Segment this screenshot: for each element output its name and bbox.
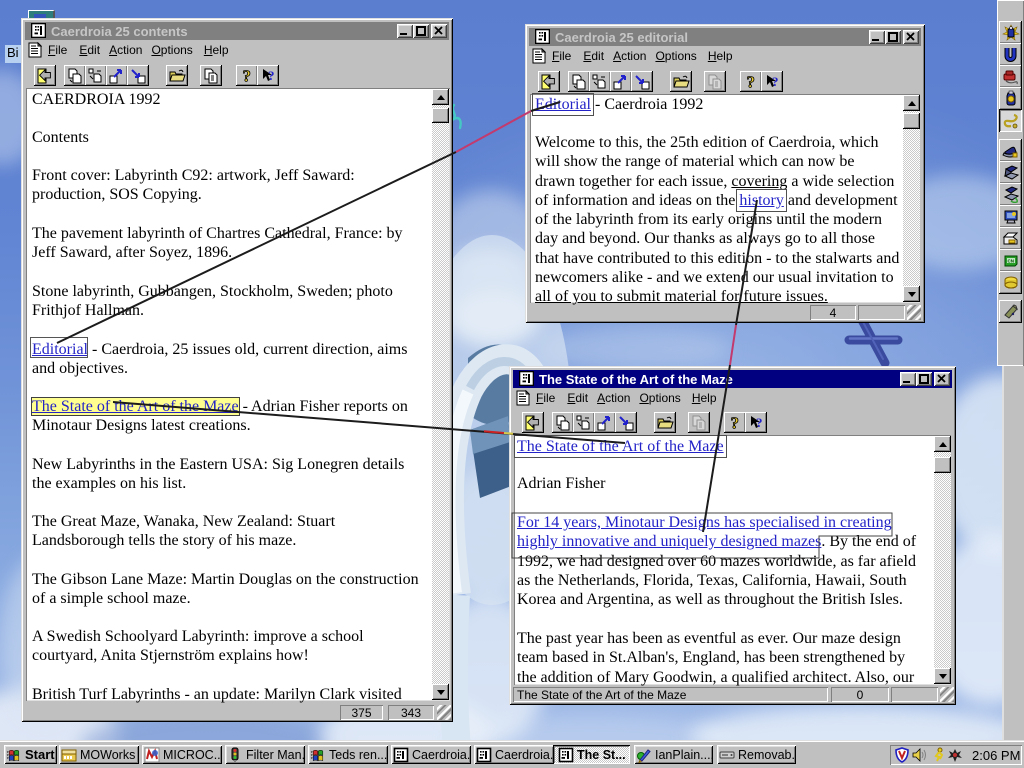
svg-text:?: ? [756, 415, 763, 430]
svg-text:?: ? [243, 68, 252, 84]
svg-text:?: ? [747, 74, 756, 90]
svg-text:?: ? [772, 74, 779, 89]
svg-text:?: ? [731, 415, 740, 431]
svg-text:CN: CN [1007, 258, 1014, 263]
svg-text:?: ? [268, 68, 275, 83]
